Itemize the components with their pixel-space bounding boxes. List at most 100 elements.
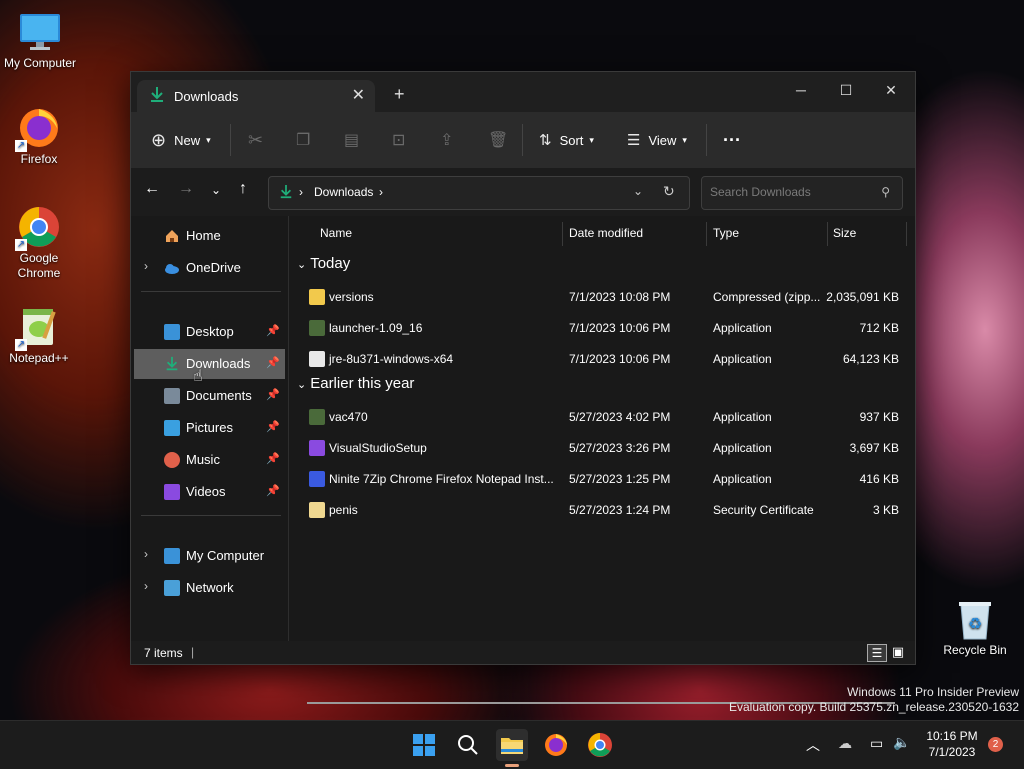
new-button[interactable]: ⊕ New ▾ [151,126,211,154]
column-header-date[interactable]: Date modified [569,226,643,240]
up-arrow-icon[interactable]: ↑ [239,180,247,198]
pin-icon[interactable]: 📌 [266,356,280,369]
pin-icon[interactable]: 📌 [266,324,280,337]
pin-icon[interactable]: 📌 [266,484,280,497]
column-divider[interactable] [906,222,907,246]
sidebar-item-videos[interactable]: Videos 📌 [134,477,285,507]
breadcrumb-downloads[interactable]: Downloads [314,185,373,199]
title-bar[interactable]: Downloads ✕ + ─ ☐ ✕ [131,72,915,112]
sidebar-item-onedrive[interactable]: › OneDrive [134,253,285,283]
cut-button[interactable]: ✂ [248,126,263,154]
more-options-button[interactable]: ··· [723,126,741,154]
tiles-view-icon[interactable]: ▣ [890,644,906,660]
share-button[interactable]: ⇪ [440,126,453,154]
refresh-icon[interactable]: ↻ [663,183,675,200]
desktop-icon-notepadpp[interactable]: ↗ Notepad++ [0,305,79,365]
chrome-icon: ↗ [15,205,61,251]
file-size: 3 KB [872,503,899,517]
onedrive-offline-icon[interactable]: ☁ [838,735,852,752]
file-row[interactable]: vac470 5/27/2023 4:02 PM Application 937 KB [299,402,903,432]
mouse-cursor-hand-icon: ☝ [193,368,203,385]
notification-badge[interactable]: 2 [988,737,1003,752]
column-header-size[interactable]: Size [833,226,856,240]
file-explorer-icon[interactable] [496,729,528,767]
column-header-type[interactable]: Type [713,226,739,240]
copy-button[interactable]: ❐ [296,126,310,154]
file-type: Application [713,321,772,335]
sidebar-item-home[interactable]: Home [134,221,285,251]
sidebar-item-my-computer[interactable]: › My Computer [134,541,285,571]
sidebar-item-pictures[interactable]: Pictures 📌 [134,413,285,443]
file-explorer-window: Downloads ✕ + ─ ☐ ✕ ⊕ New ▾ ✂ ❐ ▤ ⊡ ⇪ 🗑 … [130,71,916,704]
close-window-button[interactable]: ✕ [868,76,914,104]
file-row[interactable]: launcher-1.09_16 7/1/2023 10:06 PM Applica… [299,313,903,343]
delete-button[interactable]: 🗑 [488,126,508,154]
search-input[interactable]: Search Downloads [710,185,811,199]
desktop-icon-firefox[interactable]: ↗ Firefox [0,106,79,166]
file-row[interactable]: VisualStudioSetup 5/27/2023 3:26 PM Applic… [299,433,903,463]
paste-button[interactable]: ▤ [344,126,359,154]
search-box[interactable]: Search Downloads ⚲ [701,176,903,210]
details-view-icon[interactable]: ☰ [867,644,887,662]
recycle-bin-icon: ♻ [953,597,997,641]
firefox-icon[interactable] [540,729,572,761]
desktop-icon-recycle-bin[interactable]: ♻ Recycle Bin [935,597,1015,657]
sidebar-item-label: My Computer [186,548,265,563]
address-bar[interactable]: › Downloads › ⌄ ↻ [268,176,690,210]
file-row[interactable]: penis 5/27/2023 1:24 PM Security Certifica… [299,495,903,525]
show-hidden-icons-chevron-icon[interactable]: ︿ [806,735,820,755]
sidebar-item-music[interactable]: Music 📌 [134,445,285,475]
rename-button[interactable]: ⊡ [392,126,405,154]
sidebar-item-documents[interactable]: Documents 📌 [134,381,285,411]
file-row[interactable]: Ninite 7Zip Chrome Firefox Notepad Inst.… [299,464,903,494]
status-divider: | [191,645,195,659]
new-tab-button[interactable]: + [394,84,405,105]
column-divider[interactable] [827,222,828,246]
clock[interactable]: 10:16 PM 7/1/2023 [918,728,986,760]
pin-icon[interactable]: 📌 [266,420,280,433]
file-row[interactable]: jre-8u371-windows-x64 7/1/2023 10:06 PM Ap… [299,344,903,374]
expand-chevron-icon[interactable]: › [144,579,148,593]
column-header-name[interactable]: Name [320,226,352,240]
sidebar-item-desktop[interactable]: Desktop 📌 [134,317,285,347]
file-name: jre-8u371-windows-x64 [329,352,454,366]
desktop-folder-icon [164,324,180,340]
file-row[interactable]: versions 7/1/2023 10:08 PM Compressed (zip… [299,282,903,312]
file-type: Application [713,352,772,366]
start-icon[interactable] [408,729,440,761]
pin-icon[interactable]: 📌 [266,388,280,401]
sort-button[interactable]: ⇅ Sort ▾ [539,126,594,154]
pin-icon[interactable]: 📌 [266,452,280,465]
expand-chevron-icon[interactable]: › [144,547,148,561]
close-tab-icon[interactable]: ✕ [352,85,365,105]
clipboard-icon: ▤ [344,132,360,149]
recent-chevron-icon[interactable]: ⌄ [211,183,221,197]
sidebar-item-label: Home [186,228,221,243]
view-button[interactable]: ☰ View ▾ [627,126,687,154]
forward-arrow-icon[interactable]: → [178,180,194,198]
chrome-icon[interactable] [584,729,616,761]
back-arrow-icon[interactable]: ← [144,180,160,198]
desktop-icon-label: Recycle Bin [943,643,1007,657]
desktop-icon-chrome[interactable]: ↗ Google Chrome [0,205,79,281]
sidebar-item-downloads[interactable]: Downloads 📌 [134,349,285,379]
file-type: Application [713,472,772,486]
navigation-pane: Home › OneDrive Desktop 📌 Downloads 📌 Do… [131,216,288,641]
volume-icon[interactable]: 🔈 [893,734,910,751]
group-header-earlier[interactable]: ⌄ Earlier this year [297,375,414,392]
group-header-today[interactable]: ⌄ Today [297,255,350,272]
address-dropdown-icon[interactable]: ⌄ [633,184,643,198]
sidebar-item-network[interactable]: › Network [134,573,285,603]
network-status-icon[interactable]: ▭ [870,735,883,752]
file-name: penis [329,503,358,517]
maximize-button[interactable]: ☐ [823,76,869,104]
expand-chevron-icon[interactable]: › [144,259,148,273]
minimize-button[interactable]: ─ [778,76,824,104]
file-type: Security Certificate [713,503,814,517]
search-icon[interactable] [452,729,484,761]
column-divider[interactable] [706,222,707,246]
column-divider[interactable] [562,222,563,246]
tab-downloads[interactable]: Downloads ✕ [137,80,375,112]
sidebar-item-label: OneDrive [186,260,241,275]
desktop-icon-my-computer[interactable]: My Computer [0,10,80,70]
